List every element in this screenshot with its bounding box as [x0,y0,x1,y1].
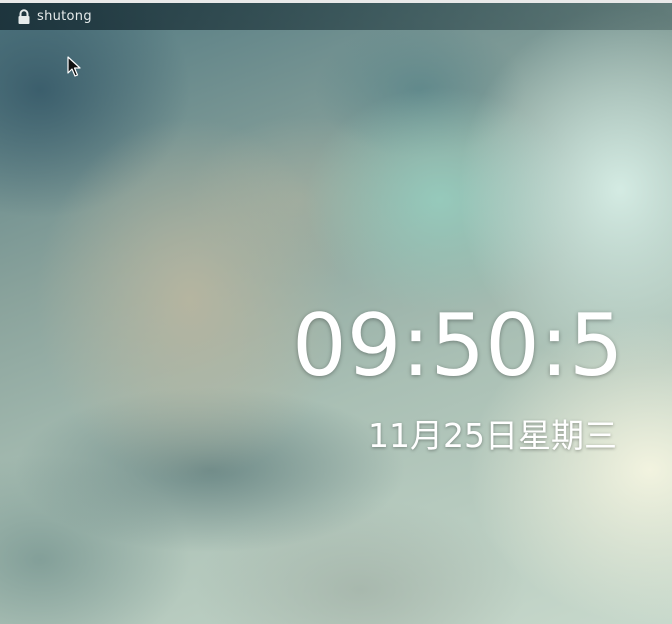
lock-icon [17,8,31,25]
clock-date: 11月25日星期三 [368,416,617,455]
cursor-arrow-icon [67,56,81,78]
username-label: shutong [37,9,92,24]
top-panel: shutong [0,3,672,30]
lock-screen: shutong 09:50:5 11月25日星期三 [0,0,672,624]
clock-time: 09:50:5 [292,296,624,396]
